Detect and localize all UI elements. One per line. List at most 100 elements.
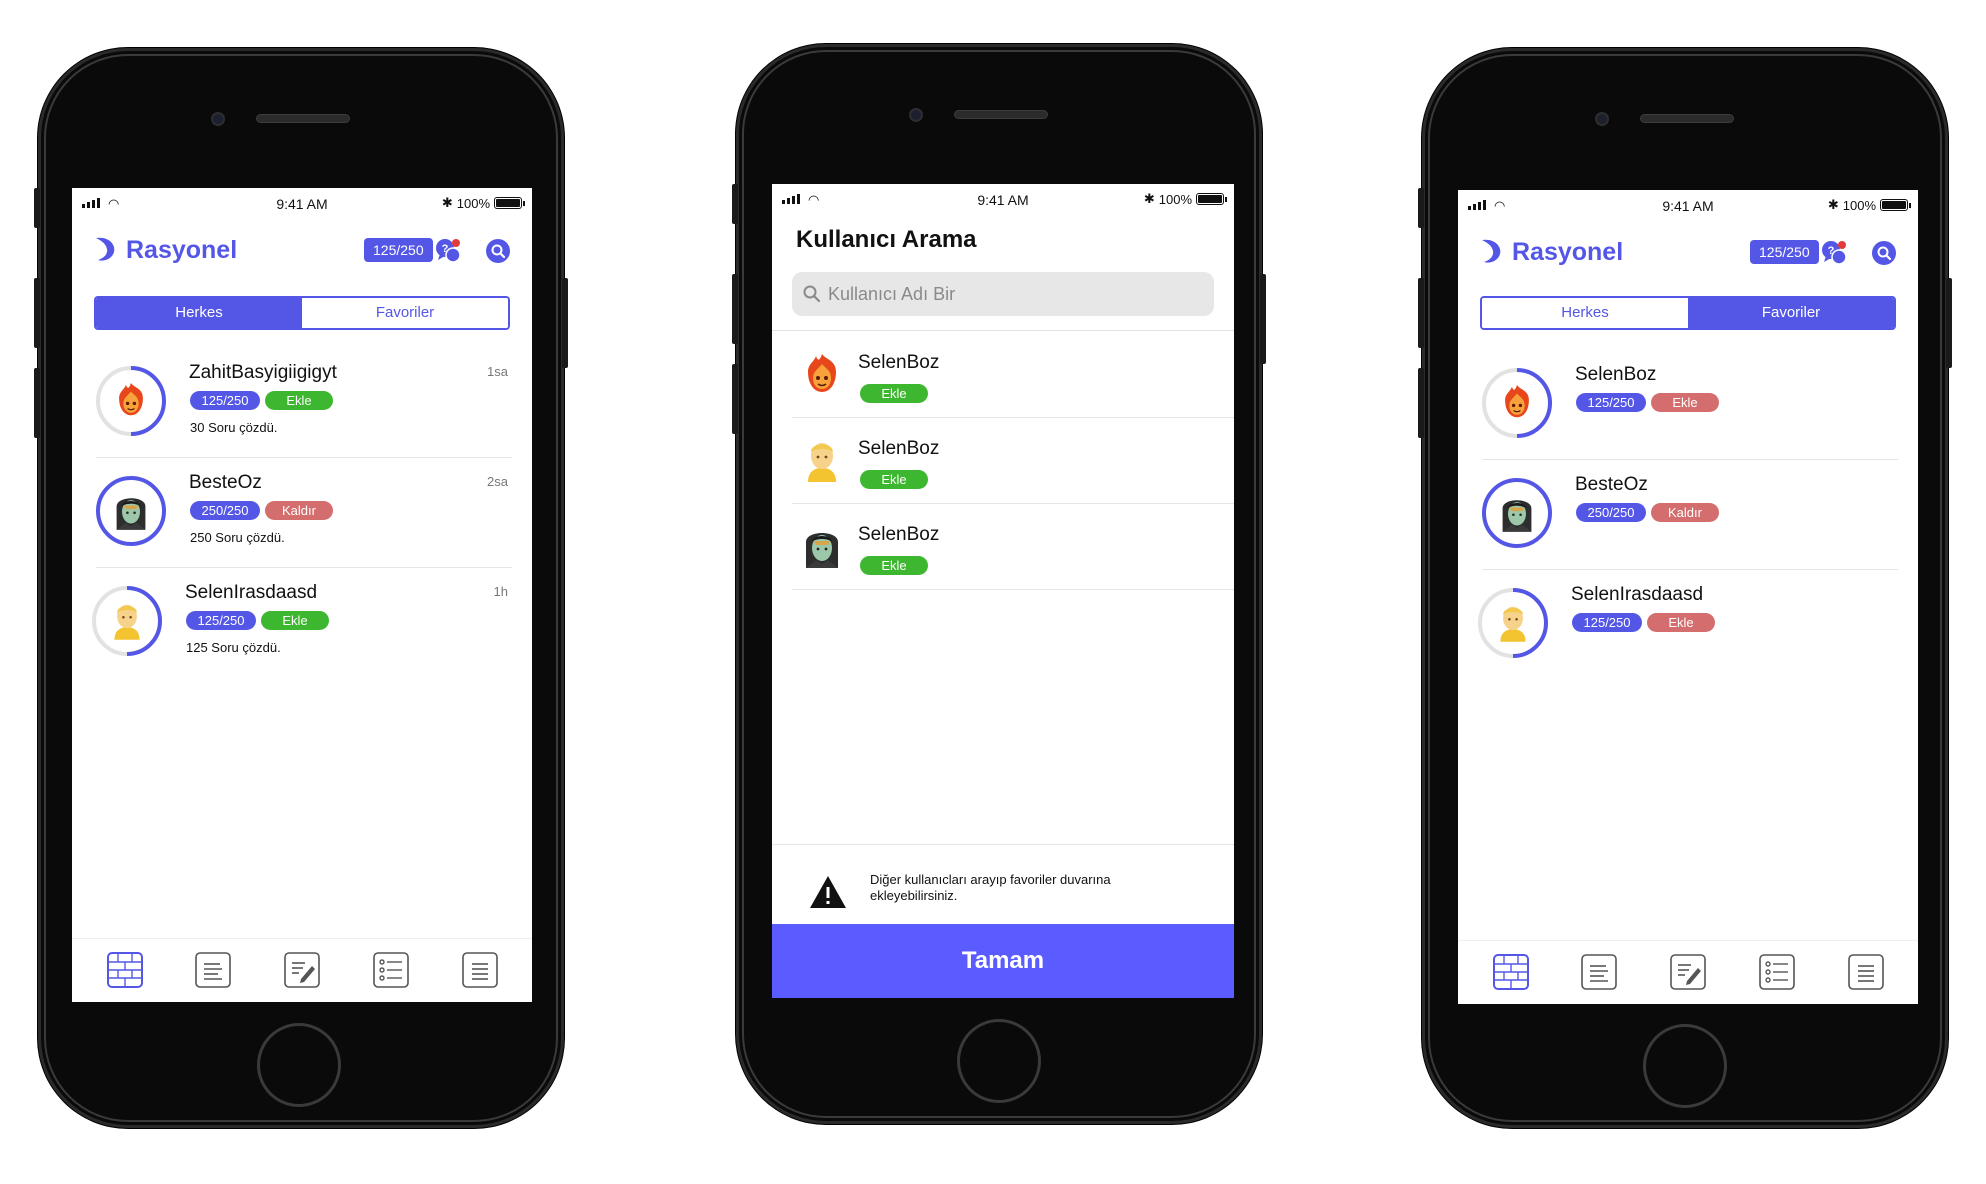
- battery-icon: [1196, 193, 1227, 205]
- notice-text: Diğer kullanıcları arayıp favoriler duva…: [870, 872, 1111, 903]
- power-button: [562, 278, 568, 368]
- hooded-avatar-icon: [1499, 491, 1535, 533]
- user-name: SelenBoz: [1575, 364, 1657, 385]
- tab-everyone[interactable]: Herkes: [1482, 298, 1688, 328]
- done-button[interactable]: Tamam: [772, 924, 1234, 998]
- earpiece-speaker: [954, 110, 1048, 119]
- front-camera: [211, 112, 225, 126]
- score-badge[interactable]: 125/250: [364, 238, 433, 262]
- bluetooth-icon: ✱: [441, 195, 453, 210]
- home-button[interactable]: [957, 1019, 1041, 1103]
- search-result-item[interactable]: SelenBoz Ekle: [772, 332, 1234, 418]
- volume-down-button: [732, 364, 738, 434]
- edit-icon[interactable]: [1669, 953, 1707, 991]
- list-item[interactable]: BesteOz 2sa 250/250 Kaldır 250 Soru çözd…: [72, 458, 532, 568]
- checklist-icon[interactable]: [372, 951, 410, 989]
- list-item[interactable]: BesteOz 250/250 Kaldır: [1458, 460, 1918, 570]
- search-result-item[interactable]: SelenBoz Ekle: [772, 418, 1234, 504]
- status-bar: ◠ 9:41 AM ✱ 100%: [1458, 190, 1918, 220]
- fire-avatar-icon: [1500, 382, 1534, 422]
- remove-button[interactable]: Kaldır: [1651, 503, 1719, 522]
- app-header: Rasyonel 125/250: [1458, 230, 1918, 274]
- chat-icon[interactable]: [434, 237, 462, 265]
- logo-icon: [1480, 238, 1502, 264]
- segmented-control: Herkes Favoriler: [94, 296, 510, 330]
- volume-up-button: [34, 278, 40, 348]
- bottom-tab-bar: [1458, 940, 1918, 1004]
- segmented-control: Herkes Favoriler: [1480, 296, 1896, 330]
- solved-count: 250 Soru çözdü.: [190, 530, 285, 545]
- add-button[interactable]: Ekle: [1651, 393, 1719, 412]
- user-name: BesteOz: [189, 472, 262, 493]
- chat-icon[interactable]: [1820, 239, 1848, 267]
- front-camera: [1595, 112, 1609, 126]
- search-input[interactable]: [828, 272, 1204, 316]
- phone-frame-favorites: ◠ 9:41 AM ✱ 100% Rasyonel 125/250 Herkes …: [1418, 48, 1952, 1128]
- edit-icon[interactable]: [283, 951, 321, 989]
- user-name: SelenBoz: [858, 524, 940, 545]
- front-camera: [909, 108, 923, 122]
- battery-icon: [494, 197, 525, 209]
- app-header: Rasyonel 125/250: [72, 228, 532, 272]
- list-icon[interactable]: [194, 951, 232, 989]
- add-button[interactable]: Ekle: [860, 470, 928, 489]
- add-button[interactable]: Ekle: [265, 391, 333, 410]
- user-name: SelenBoz: [858, 352, 940, 373]
- battery-percent: 100%: [1158, 191, 1192, 207]
- post-time: 1sa: [487, 364, 508, 379]
- add-button[interactable]: Ekle: [1647, 613, 1715, 632]
- list-icon[interactable]: [1580, 953, 1618, 991]
- score-badge[interactable]: 125/250: [1750, 240, 1819, 264]
- post-time: 1h: [493, 584, 508, 599]
- search-result-item[interactable]: SelenBoz Ekle: [772, 504, 1234, 590]
- search-icon[interactable]: [1870, 239, 1898, 267]
- home-button[interactable]: [257, 1023, 341, 1107]
- search-icon: [803, 285, 821, 303]
- home-button[interactable]: [1643, 1024, 1727, 1108]
- tab-favorites[interactable]: Favoriler: [1688, 298, 1894, 328]
- add-button[interactable]: Ekle: [261, 611, 329, 630]
- bluetooth-icon: ✱: [1827, 197, 1839, 212]
- battery-icon: [1880, 199, 1911, 211]
- menu-icon[interactable]: [461, 951, 499, 989]
- list-item[interactable]: SelenBoz 125/250 Ekle: [1458, 350, 1918, 460]
- row-divider: [792, 589, 1234, 590]
- checklist-icon[interactable]: [1758, 953, 1796, 991]
- list-item[interactable]: SelenIrasdaasd 125/250 Ekle: [1458, 570, 1918, 680]
- volume-down-button: [34, 368, 40, 438]
- phone-frame-search: ◠ 9:41 AM ✱100% Kullanıcı Arama SelenBoz…: [732, 44, 1266, 1124]
- hooded-avatar-icon: [802, 524, 842, 568]
- warning-icon: [810, 876, 846, 908]
- search-icon[interactable]: [484, 237, 512, 265]
- blonde-avatar-icon: [1495, 601, 1531, 643]
- wall-icon[interactable]: [1492, 953, 1530, 991]
- earpiece-speaker: [1640, 114, 1734, 123]
- fire-avatar-icon: [802, 352, 842, 396]
- mute-switch: [1418, 188, 1424, 228]
- divider: [772, 844, 1234, 845]
- tab-favorites[interactable]: Favoriler: [302, 298, 508, 328]
- remove-button[interactable]: Kaldır: [265, 501, 333, 520]
- status-bar: ◠ 9:41 AM ✱ 100%: [772, 184, 1234, 214]
- bottom-tab-bar: [72, 938, 532, 1002]
- power-button: [1260, 274, 1266, 364]
- phone-frame-feed: ◠ 9:41 AM ✱ 100% Rasyonel 125/250 Herkes …: [34, 48, 568, 1128]
- search-field[interactable]: [792, 272, 1214, 316]
- battery-percent: 100%: [1842, 197, 1876, 213]
- tab-everyone[interactable]: Herkes: [96, 298, 302, 328]
- list-item[interactable]: SelenIrasdaasd 1h 125/250 Ekle 125 Soru …: [72, 568, 532, 678]
- wall-icon[interactable]: [106, 951, 144, 989]
- search-screen: ◠ 9:41 AM ✱100% Kullanıcı Arama SelenBoz…: [772, 184, 1234, 998]
- user-score-chip: 125/250: [186, 611, 256, 630]
- volume-up-button: [732, 274, 738, 344]
- blonde-avatar-icon: [802, 438, 842, 482]
- add-button[interactable]: Ekle: [860, 556, 928, 575]
- menu-icon[interactable]: [1847, 953, 1885, 991]
- list-item[interactable]: ZahitBasyigiigigyt 1sa 125/250 Ekle 30 S…: [72, 348, 532, 458]
- user-name: SelenIrasdaasd: [185, 582, 318, 603]
- add-button[interactable]: Ekle: [860, 384, 928, 403]
- favorites-screen: ◠ 9:41 AM ✱ 100% Rasyonel 125/250 Herkes …: [1458, 190, 1918, 1004]
- mute-switch: [34, 188, 40, 228]
- app-title: Rasyonel: [126, 236, 238, 264]
- hooded-avatar-icon: [113, 489, 149, 531]
